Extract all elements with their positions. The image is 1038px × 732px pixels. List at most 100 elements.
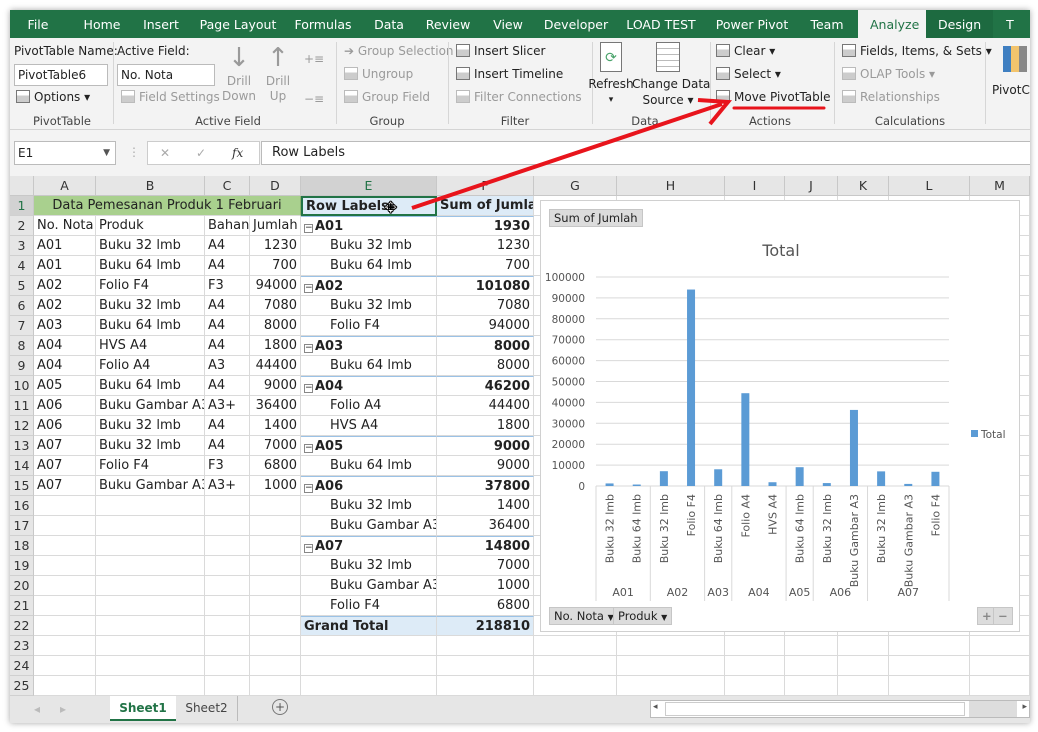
cell[interactable] [617,656,725,676]
source-cell[interactable]: A4 [205,436,250,456]
cell[interactable] [205,576,250,596]
cell[interactable] [96,556,205,576]
pivot-group-value[interactable]: 46200 [437,376,534,396]
cell[interactable] [250,616,301,636]
cell[interactable] [534,636,617,656]
pivot-group-label[interactable]: − A05 [301,436,437,456]
horizontal-scrollbar[interactable]: ◂ ▸ [650,700,1030,718]
source-cell[interactable]: F3 [205,456,250,476]
insert-function-icon[interactable]: fx [232,142,243,164]
active-field-input[interactable]: No. Nota [117,64,215,86]
row-header-13[interactable]: 13 [10,436,34,456]
tab-power-pivot[interactable]: Power Pivot [716,10,788,38]
column-header-B[interactable]: B [96,176,205,196]
cell[interactable] [725,636,785,656]
cell[interactable] [250,676,301,696]
pivot-item-value[interactable]: 700 [437,256,534,276]
pivot-grand-total-label[interactable]: Grand Total [301,616,437,636]
source-cell[interactable]: A07 [34,476,96,496]
options-button[interactable]: Options ▾ [16,90,90,104]
group-field-button[interactable]: Group Field [344,90,430,104]
collapse-icon[interactable]: − [304,344,313,353]
field-settings-button[interactable]: Field Settings [121,90,220,104]
source-cell[interactable]: 44400 [250,356,301,376]
scroll-right-arrow-icon[interactable]: ▸ [1022,702,1027,712]
cell[interactable] [96,596,205,616]
source-cell[interactable]: 6800 [250,456,301,476]
collapse-icon[interactable]: − [304,224,313,233]
cell[interactable] [970,636,1030,656]
column-header-I[interactable]: I [725,176,785,196]
insert-timeline-button[interactable]: Insert Timeline [456,67,563,81]
pivot-item-value[interactable]: 8000 [437,356,534,376]
column-header-F[interactable]: F [437,176,534,196]
fields-items-sets-button[interactable]: Fields, Items, & Sets ▾ [842,44,992,58]
pivot-item-label[interactable]: Folio A4 [301,396,437,416]
collapse-icon[interactable]: − [304,384,313,393]
scrollbar-thumb[interactable] [665,702,965,716]
pivot-group-value[interactable]: 9000 [437,436,534,456]
collapse-icon[interactable]: − [304,544,313,553]
cell[interactable] [96,676,205,696]
pivot-item-value[interactable]: 1800 [437,416,534,436]
source-cell[interactable]: A01 [34,236,96,256]
source-cell[interactable]: Buku 32 lmb [96,436,205,456]
tab-review[interactable]: Review [426,10,471,38]
source-cell[interactable]: 1800 [250,336,301,356]
no-nota-field-button[interactable]: No. Nota ▼ [549,607,619,625]
source-cell[interactable]: A04 [34,356,96,376]
source-cell[interactable]: Buku 64 lmb [96,376,205,396]
cell[interactable] [889,676,970,696]
row-header-17[interactable]: 17 [10,516,34,536]
source-cell[interactable]: Buku 32 lmb [96,416,205,436]
cell[interactable] [205,616,250,636]
cell[interactable] [96,536,205,556]
source-cell[interactable]: Buku 64 lmb [96,316,205,336]
cell[interactable] [205,656,250,676]
select-button[interactable]: Select ▾ [716,67,781,81]
column-header-J[interactable]: J [785,176,838,196]
cell[interactable] [34,496,96,516]
pivot-item-value[interactable]: 9000 [437,456,534,476]
cell[interactable] [205,636,250,656]
pivot-item-value[interactable]: 1230 [437,236,534,256]
source-cell[interactable]: A3+ [205,396,250,416]
insert-slicer-button[interactable]: Insert Slicer [456,44,545,58]
row-header-3[interactable]: 3 [10,236,34,256]
column-header-M[interactable]: M [970,176,1030,196]
row-header-19[interactable]: 19 [10,556,34,576]
cell[interactable] [250,656,301,676]
tab-load-test[interactable]: LOAD TEST [626,10,695,38]
cell[interactable] [301,676,437,696]
pivot-group-label[interactable]: − A04 [301,376,437,396]
ungroup-button[interactable]: Ungroup [344,67,413,81]
pivot-item-label[interactable]: Buku Gambar A3 [301,516,437,536]
cell[interactable] [96,496,205,516]
source-cell[interactable]: 1000 [250,476,301,496]
cell[interactable] [301,656,437,676]
tab-developer[interactable]: Developer [544,10,608,38]
column-header-H[interactable]: H [617,176,725,196]
tab-page-layout[interactable]: Page Layout [200,10,277,38]
tab-formulas[interactable]: Formulas [294,10,351,38]
source-cell[interactable]: A3+ [205,476,250,496]
row-header-22[interactable]: 22 [10,616,34,636]
cell[interactable] [437,656,534,676]
move-pivottable-button[interactable]: Move PivotTable [716,90,830,104]
row-header-21[interactable]: 21 [10,596,34,616]
source-cell[interactable]: Buku 32 lmb [96,296,205,316]
cell[interactable] [250,536,301,556]
cell[interactable] [96,656,205,676]
cell[interactable] [250,576,301,596]
pivottable-name-input[interactable]: PivotTable6 [14,64,108,86]
source-title-cell[interactable]: Data Pemesanan Produk 1 Februari [34,196,301,216]
group-selection-button[interactable]: ➔ Group Selection [344,44,454,58]
column-header-E[interactable]: E [301,176,437,196]
source-cell[interactable]: F3 [205,276,250,296]
row-header-14[interactable]: 14 [10,456,34,476]
tab-view[interactable]: View [493,10,523,38]
row-header-12[interactable]: 12 [10,416,34,436]
tab-home[interactable]: Home [84,10,121,38]
source-cell[interactable]: Buku Gambar A3 [96,396,205,416]
pivot-group-label[interactable]: − A06 [301,476,437,496]
